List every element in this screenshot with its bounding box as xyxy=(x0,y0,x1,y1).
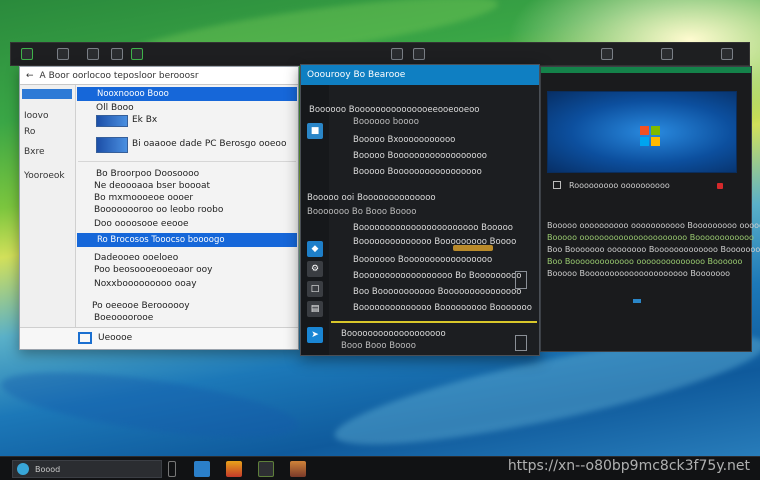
share-icon[interactable]: ➤ xyxy=(307,327,323,343)
nav-item[interactable]: Ro xyxy=(24,127,35,137)
back-arrow-icon[interactable]: ← xyxy=(26,71,34,81)
text-line: Boooooo boooo xyxy=(353,117,419,127)
window-icon[interactable] xyxy=(87,48,99,60)
nav-item[interactable]: Ioovo xyxy=(24,111,49,121)
text-line: Booo Booo Boooo xyxy=(341,341,416,351)
text-line: Booooooo Booooooooooooooooo xyxy=(353,255,493,265)
wallpaper-streak xyxy=(0,359,303,451)
window-title: Ooourooy Bo Bearooe xyxy=(301,65,539,85)
window-icon[interactable] xyxy=(413,48,425,60)
list-item[interactable]: Oll Booo xyxy=(96,103,134,113)
play-icon[interactable] xyxy=(553,181,561,189)
app-icon[interactable] xyxy=(21,48,33,60)
window-titlebar-strip xyxy=(10,42,750,66)
list-item[interactable]: Noxxbooooooooo ooay xyxy=(94,279,197,289)
text-line: Boooooo Booooooooooooooeeooeooeoo xyxy=(309,105,480,115)
app-taskbar-icon[interactable] xyxy=(290,461,306,477)
accent-line xyxy=(331,321,537,323)
window-icon[interactable] xyxy=(111,48,123,60)
status-bar: Ueoooe xyxy=(20,327,298,349)
list-item[interactable]: Boooooooroo oo leobo roobo xyxy=(94,205,223,215)
list-item[interactable]: Bo mxmoooeoe oooer xyxy=(94,193,193,203)
details-window[interactable]: Ooourooy Bo Bearooe ■ ◆ ⚙ □ ▤ ➤ Boooooo … xyxy=(300,64,540,356)
app-taskbar-icon[interactable] xyxy=(226,461,242,477)
document-icon[interactable]: ▤ xyxy=(307,301,323,317)
folder-icon xyxy=(78,332,92,344)
text-line: Booooo Boooooooooooooooooo xyxy=(353,151,487,161)
status-text: Ueoooe xyxy=(98,333,133,343)
search-icon xyxy=(17,463,29,475)
record-icon[interactable] xyxy=(717,183,723,189)
window-icon[interactable] xyxy=(57,48,69,60)
list-item[interactable]: Ne deoooaoa bser boooat xyxy=(94,181,210,191)
thumbnail-icon xyxy=(96,115,128,127)
video-caption: Rooooooooo oooooooooo xyxy=(569,181,670,190)
list-item[interactable]: Bo Broorpoo Doosoooo xyxy=(96,169,199,179)
scroll-icon[interactable] xyxy=(515,271,527,289)
app-taskbar-icon[interactable] xyxy=(258,461,274,477)
window-icon[interactable] xyxy=(131,48,143,60)
window-accent-strip xyxy=(541,67,751,73)
text-line: Boooooooooooooooooo Bo Booooooooo xyxy=(353,271,522,281)
highlight-bar xyxy=(453,245,493,251)
gear-icon[interactable]: ⚙ xyxy=(307,261,323,277)
list-item[interactable]: Bi oaaooe dade PC Berosgo ooeoo xyxy=(132,139,286,149)
selected-row[interactable]: Ro Brocosos Tooocso boooogo xyxy=(77,233,297,247)
text-line: Booooo Bxooooooooooo xyxy=(353,135,456,145)
window-icon[interactable] xyxy=(661,48,673,60)
progress-indicator xyxy=(633,299,641,303)
window-icon[interactable] xyxy=(721,48,733,60)
list-item[interactable]: Ek Bx xyxy=(132,115,157,125)
info-icon[interactable]: ■ xyxy=(307,123,323,139)
text-line: Booooooooooooooooooooooo Booooo xyxy=(353,223,513,233)
text-line: Booooo oooooooooo ooooooooooo Booooooooo… xyxy=(547,221,760,230)
text-line: Booooooooooooooooooo xyxy=(341,329,446,339)
text-line: Booooo oooooooooooooooooooooo Booooooooo… xyxy=(547,233,754,242)
text-line: Booooooo Bo Booo Boooo xyxy=(307,207,417,217)
window-icon[interactable] xyxy=(601,48,613,60)
watermark-text: https://xn--o80bp9mc8ck3f75y.net xyxy=(507,458,750,474)
explorer-taskbar-icon[interactable] xyxy=(194,461,210,477)
folder-icon[interactable]: □ xyxy=(307,281,323,297)
list-item[interactable]: Poo beosoooeooeoaor ooy xyxy=(94,265,212,275)
list-item[interactable]: Boeoooorooe xyxy=(94,313,153,323)
scroll-icon[interactable] xyxy=(515,335,527,351)
text-line: Booooo Booooooooooooooooo xyxy=(353,167,482,177)
list-item[interactable]: Po oeeooe Beroooooy xyxy=(92,301,190,311)
side-rail: ■ ◆ ⚙ □ ▤ ➤ xyxy=(301,85,329,355)
thumbnail-icon xyxy=(96,137,128,153)
media-window[interactable]: Rooooooooo oooooooooo Booooo oooooooooo … xyxy=(540,66,760,352)
nav-item[interactable]: Yooroeok xyxy=(24,171,65,181)
video-preview[interactable] xyxy=(547,91,737,173)
text-line: Boo Booooooooooooo oooooooooooooo Booooo… xyxy=(547,257,743,266)
list-item[interactable]: Dadeooeo ooeloeo xyxy=(94,253,178,263)
navigation-pane: Ioovo Ro Bxre Yooroeok xyxy=(20,85,76,349)
nav-selection[interactable] xyxy=(22,89,72,99)
text-line: Booooo Booooooooooooooooooooo Booooooo xyxy=(547,269,731,278)
windows-logo-icon xyxy=(640,126,660,146)
search-text: Boood xyxy=(35,464,61,474)
text-line: Booooo ooi Boooooooooooooo xyxy=(307,193,436,203)
window-icon[interactable] xyxy=(391,48,403,60)
taskbar-search[interactable]: Boood xyxy=(12,460,162,478)
text-line: Boo Booooooooooo Booooooooooooooo xyxy=(353,287,522,297)
selected-row[interactable]: Nooxnoooo Booo xyxy=(77,87,297,101)
list-item[interactable]: Doo oooosooe eeooe xyxy=(94,219,189,229)
divider xyxy=(78,161,296,162)
address-bar[interactable]: ← A Boor oorlocoo teposloor berooosr xyxy=(20,67,298,85)
task-view-icon[interactable] xyxy=(168,461,176,477)
content-pane: Nooxnoooo Booo Oll Booo Ek Bx Bi oaaooe … xyxy=(76,85,298,349)
text-line: Boo Booooooo oooooooo Booooooooooooo Boo… xyxy=(547,245,760,254)
text-line: Boooooooooooooo Booooooooo Booooooo xyxy=(353,303,532,313)
explorer-window[interactable]: ← A Boor oorlocoo teposloor berooosr Ioo… xyxy=(19,66,299,350)
nav-item[interactable]: Bxre xyxy=(24,147,45,157)
address-text: A Boor oorlocoo teposloor berooosr xyxy=(39,70,199,81)
settings-icon[interactable]: ◆ xyxy=(307,241,323,257)
